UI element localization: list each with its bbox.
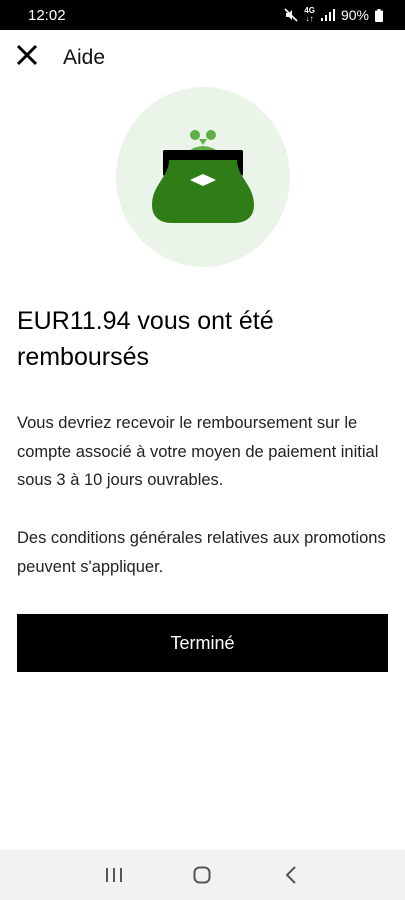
home-icon	[193, 866, 211, 884]
done-button[interactable]: Terminé	[17, 614, 388, 672]
header: Aide	[0, 30, 405, 86]
terms-notice: Des conditions générales relatives aux p…	[17, 529, 386, 576]
back-icon	[285, 866, 296, 884]
close-icon	[16, 44, 38, 66]
page-title: Aide	[63, 46, 106, 69]
signal-icon	[320, 8, 335, 22]
recents-icon	[106, 868, 123, 882]
hero-illustration	[116, 87, 290, 267]
home-button[interactable]	[182, 855, 222, 895]
back-button[interactable]	[271, 855, 311, 895]
mute-icon	[284, 8, 298, 22]
recents-button[interactable]	[94, 855, 134, 895]
system-nav-bar	[0, 850, 405, 900]
close-button[interactable]	[14, 42, 40, 68]
refund-description: Vous devriez recevoir le remboursement s…	[17, 414, 379, 489]
status-bar: 12:02 4G ↓↑ 90%	[0, 0, 405, 30]
refund-title: EUR11.94 vous ont été remboursés	[17, 307, 274, 371]
network-type-icon: 4G ↓↑	[304, 6, 315, 23]
status-icons: 4G ↓↑ 90%	[284, 7, 383, 23]
coin-purse-icon	[152, 130, 254, 223]
status-time: 12:02	[28, 6, 66, 24]
battery-percent: 90%	[340, 7, 369, 23]
battery-icon	[375, 8, 383, 22]
